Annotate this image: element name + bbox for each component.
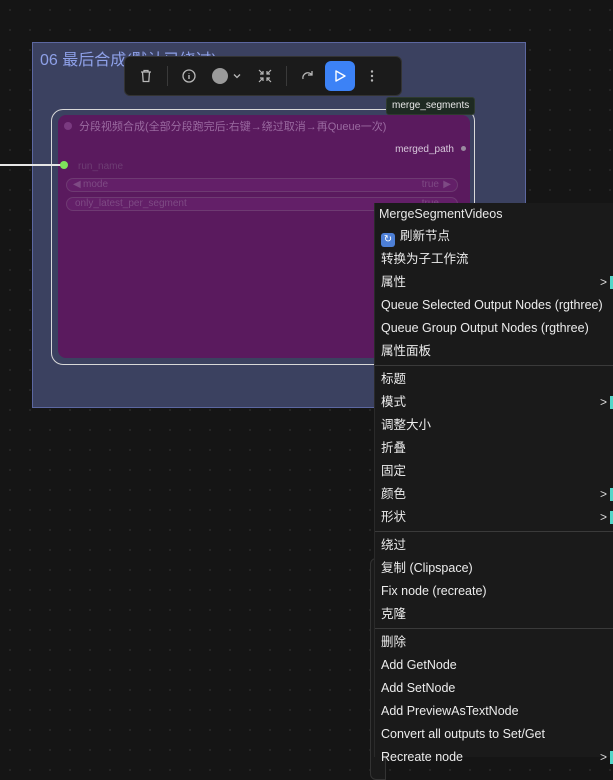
menu-item-add-getnode[interactable]: Add GetNode [375, 654, 613, 677]
menu-item-bypass[interactable]: 绕过 [375, 534, 613, 557]
menu-item-title[interactable]: 标题 [375, 368, 613, 391]
info-button[interactable] [174, 61, 204, 91]
menu-separator [375, 628, 613, 629]
menu-item-convert-subgraph[interactable]: 转换为子工作流 [375, 248, 613, 271]
color-icon [212, 68, 228, 84]
submenu-arrow-icon: > [599, 750, 607, 764]
submenu-arrow-icon: > [599, 487, 607, 501]
output-label: merged_path [395, 144, 454, 155]
menu-item-delete[interactable]: 删除 [375, 631, 613, 654]
increment-arrow-icon[interactable]: ▶ [443, 179, 451, 190]
menu-item-properties[interactable]: 属性 > [375, 271, 613, 294]
node-collapse-dot[interactable] [64, 122, 72, 130]
mode-widget[interactable]: ◀ mode true ▶ [66, 178, 458, 192]
menu-item-mode[interactable]: 模式 > [375, 391, 613, 414]
input-link-wire [0, 164, 62, 166]
widget-name: mode [83, 179, 109, 190]
menu-item-clone[interactable]: 克隆 [375, 603, 613, 626]
bypass-icon [302, 71, 313, 80]
decrement-arrow-icon[interactable]: ◀ [73, 179, 81, 190]
menu-item-convert-outputs[interactable]: Convert all outputs to Set/Get [375, 723, 613, 746]
output-socket[interactable] [461, 146, 466, 151]
delete-icon [141, 69, 151, 83]
bypass-button[interactable] [293, 61, 323, 91]
widget-value: true [421, 179, 439, 190]
info-icon [182, 69, 196, 83]
menu-item-queue-selected-output[interactable]: Queue Selected Output Nodes (rgthree) [375, 294, 613, 317]
run-button[interactable] [325, 61, 355, 91]
node-title[interactable]: 分段视频合成(全部分段跑完后:右键→绕过取消→再Queue一次) [64, 118, 386, 134]
menu-item-properties-panel[interactable]: 属性面板 [375, 340, 613, 363]
run-icon [335, 70, 346, 82]
input-label: run_name [78, 161, 124, 172]
menu-item-fix-node[interactable]: Fix node (recreate) [375, 580, 613, 603]
input-socket[interactable] [60, 161, 68, 169]
toolbar-divider [167, 66, 168, 86]
more-button[interactable] [357, 61, 387, 91]
menu-separator [375, 531, 613, 532]
widget-name: only_latest_per_segment [75, 198, 187, 209]
collapse-button[interactable] [250, 61, 280, 91]
menu-item-add-previewastextnode[interactable]: Add PreviewAsTextNode [375, 700, 613, 723]
menu-item-queue-group-output[interactable]: Queue Group Output Nodes (rgthree) [375, 317, 613, 340]
delete-button[interactable] [131, 61, 161, 91]
more-icon [370, 70, 374, 82]
node-title-text: 分段视频合成(全部分段跑完后:右键→绕过取消→再Queue一次) [79, 121, 387, 133]
chevron-down-icon [233, 74, 241, 79]
node-id-badge: merge_segments [386, 97, 476, 115]
refresh-icon: ↻ [381, 233, 395, 247]
toolbar-divider [286, 66, 287, 86]
menu-item-shape[interactable]: 形状 > [375, 506, 613, 529]
node-toolbar [124, 56, 402, 96]
menu-item-add-setnode[interactable]: Add SetNode [375, 677, 613, 700]
menu-separator [375, 365, 613, 366]
menu-item-color[interactable]: 颜色 > [375, 483, 613, 506]
collapse-icon [258, 69, 272, 83]
submenu-arrow-icon: > [599, 510, 607, 524]
submenu-arrow-icon: > [599, 395, 607, 409]
menu-item-recreate-node[interactable]: Recreate node > [375, 746, 613, 769]
menu-item-collapse[interactable]: 折叠 [375, 437, 613, 460]
menu-item-copy-clipspace[interactable]: 复制 (Clipspace) [375, 557, 613, 580]
menu-title: MergeSegmentVideos [379, 207, 503, 221]
menu-item-refresh-node[interactable]: ↻ 刷新节点 [375, 225, 613, 248]
context-menu: MergeSegmentVideos ↻ 刷新节点 转换为子工作流 属性 > Que… [374, 203, 613, 764]
menu-item-resize[interactable]: 调整大小 [375, 414, 613, 437]
color-picker-button[interactable] [206, 68, 248, 84]
menu-item-pin[interactable]: 固定 [375, 460, 613, 483]
submenu-arrow-icon: > [599, 275, 607, 289]
